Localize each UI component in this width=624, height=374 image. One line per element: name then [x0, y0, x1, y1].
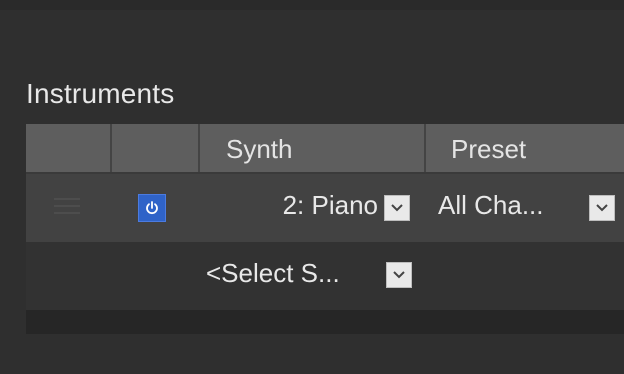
preset-dropdown-button[interactable] [589, 195, 615, 221]
instruments-table: Synth Preset 2: Piano All Cha... <Select… [26, 124, 624, 334]
chevron-down-icon [393, 271, 405, 279]
header-cell-synth[interactable]: Synth [200, 124, 426, 172]
top-divider [0, 0, 624, 10]
instruments-panel: Instruments Synth Preset 2: Piano All Ch… [0, 0, 624, 374]
synth-dropdown-button[interactable] [384, 195, 410, 221]
select-synth-value[interactable]: <Select S... [206, 258, 340, 289]
power-button[interactable] [138, 194, 166, 222]
table-row[interactable]: 2: Piano All Cha... [26, 172, 624, 242]
header-cell-drag [26, 124, 112, 172]
table-header: Synth Preset [26, 124, 624, 172]
drag-handle-icon[interactable] [54, 198, 80, 218]
power-icon [146, 201, 158, 215]
synth-select-value[interactable]: 2: Piano [200, 190, 378, 221]
table-footer [26, 310, 624, 334]
preset-select-value[interactable]: All Cha... [438, 190, 544, 221]
add-synth-row: <Select S... [26, 242, 624, 310]
header-cell-preset[interactable]: Preset [426, 124, 624, 172]
header-cell-power [112, 124, 200, 172]
section-title: Instruments [26, 78, 175, 109]
chevron-down-icon [391, 204, 403, 212]
chevron-down-icon [596, 204, 608, 212]
select-synth-dropdown-button[interactable] [386, 262, 412, 288]
